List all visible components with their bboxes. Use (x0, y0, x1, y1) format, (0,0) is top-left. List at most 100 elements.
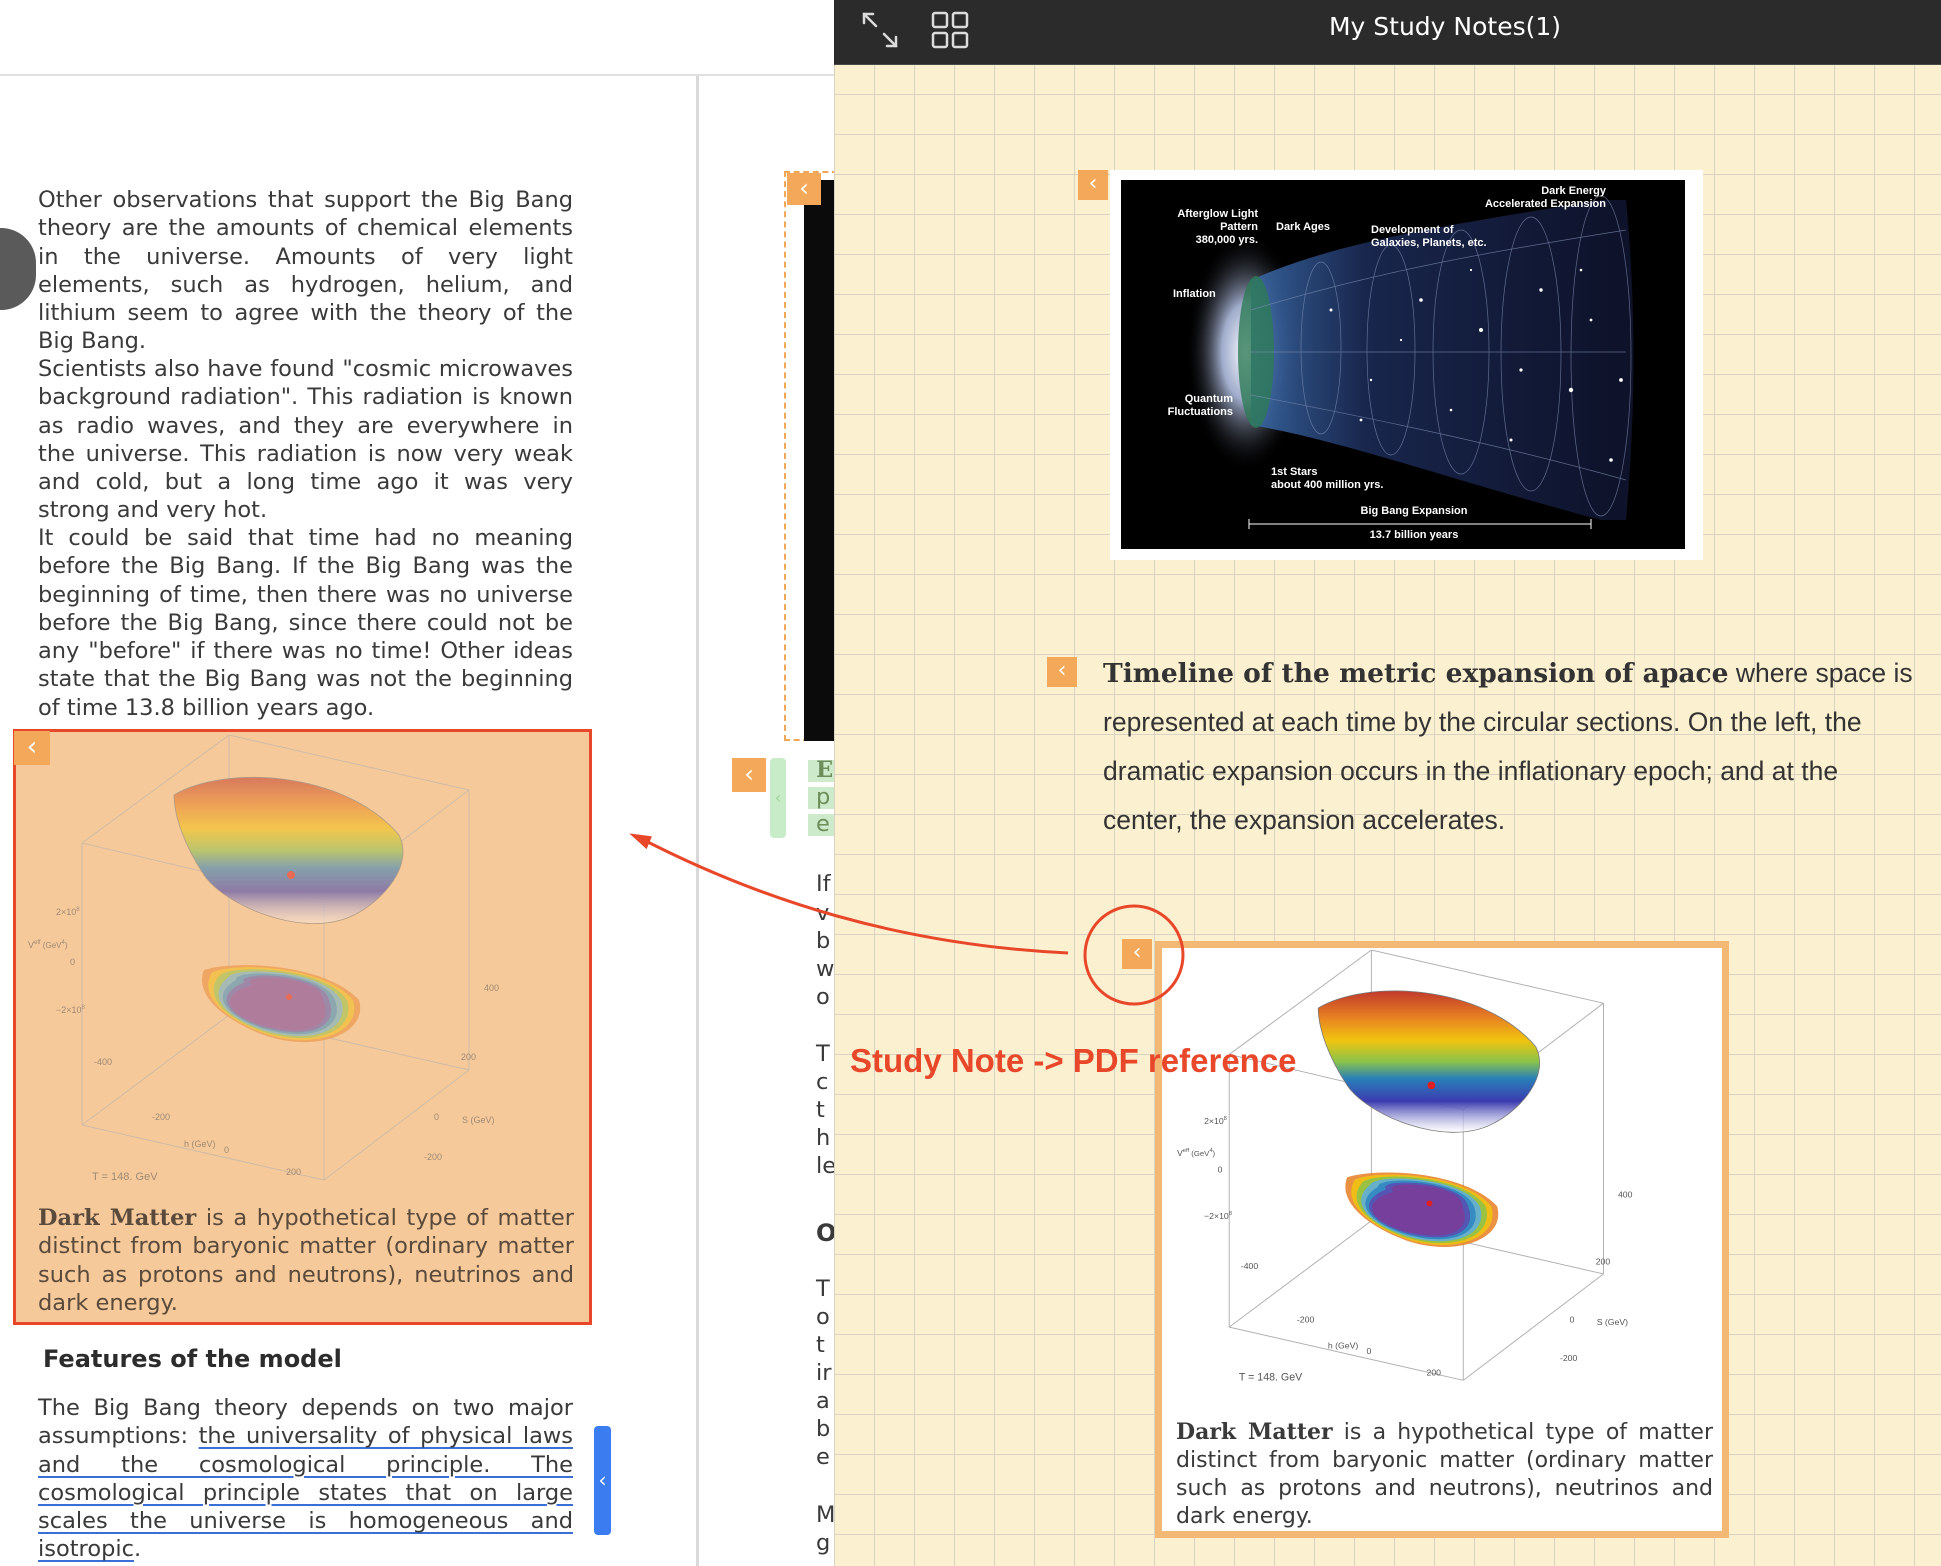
cut-off-text: a (816, 1388, 830, 1414)
figure-caption: Dark Matter is a hypothetical type of ma… (1176, 1418, 1713, 1531)
plot-label: 0 (70, 957, 75, 967)
cut-off-text: t (816, 1097, 825, 1123)
dark-matter-plot: 2×108−2×1080Veff (GeV4)-400-200020040040… (28, 735, 499, 1190)
image-label: Afterglow Light (1177, 208, 1258, 220)
plot-label: 0 (434, 1112, 439, 1122)
image-label: Dark Ages (1276, 221, 1330, 233)
cut-off-text: ir (816, 1360, 832, 1386)
cut-off-text: M (816, 1502, 836, 1528)
plot-label: T = 148. GeV (92, 1171, 158, 1183)
potential-surface (1317, 990, 1541, 1133)
image-label: Galaxies, Planets, etc. (1371, 237, 1487, 249)
cut-off-text: t (816, 1332, 825, 1358)
notes-title: My Study Notes(1) (1328, 12, 1562, 41)
image-label: 1st Stars (1271, 466, 1317, 478)
image-label: Pattern (1220, 221, 1258, 233)
tick-exponent: 8 (1229, 1211, 1232, 1217)
image-label: Fluctuations (1168, 406, 1233, 418)
plot-box-edge (323, 1069, 470, 1181)
note-text-block[interactable]: Timeline of the metric expansion of apac… (1103, 649, 1913, 845)
plot-label: 200 (1596, 1256, 1611, 1266)
axis-label-part: (GeV (1189, 1149, 1210, 1158)
plot-label: 200 (286, 1167, 301, 1177)
plot-label: -200 (1297, 1314, 1315, 1324)
pdf-figure-image (804, 180, 838, 741)
plot-box-edge (1228, 1220, 1372, 1328)
collapse-icon[interactable]: ‹ (787, 173, 821, 205)
cut-off-text: v (816, 900, 830, 926)
cut-off-text: e (816, 1444, 830, 1470)
tick-exponent: 8 (82, 1005, 86, 1011)
plot-label: 400 (1618, 1190, 1633, 1200)
minimum-marker (287, 871, 295, 879)
plot-label: -400 (397, 1189, 415, 1190)
cut-off-text: h (816, 1125, 831, 1151)
image-label: Development of (1371, 224, 1454, 236)
cut-off-text: o (816, 1304, 830, 1330)
cut-off-text: If (816, 871, 831, 897)
image-label: about 400 million yrs. (1271, 479, 1383, 491)
expand-icon[interactable] (858, 8, 902, 52)
plot-label: 0 (1570, 1314, 1575, 1324)
highlight-note-handle[interactable]: ‹ (770, 758, 786, 838)
caption-term: Dark Matter (1176, 1419, 1333, 1445)
pdf-paragraph: The Big Bang theory depends on two major… (38, 1394, 573, 1564)
plot-label: -200 (152, 1112, 170, 1122)
collapse-icon[interactable]: ‹ (14, 731, 50, 765)
collapse-icon[interactable]: ‹ (732, 758, 766, 792)
plot-label: S (GeV) (462, 1115, 495, 1125)
potential-surface (173, 777, 404, 924)
collapse-icon[interactable]: ‹ (1122, 939, 1152, 969)
image-label: Accelerated Expansion (1485, 198, 1606, 210)
highlight-note-handle[interactable]: ‹ (594, 1426, 611, 1535)
cut-off-text: T (816, 1276, 830, 1302)
axis-label-v: Veff (GeV4) (1177, 1148, 1216, 1158)
cut-off-text: o (816, 984, 830, 1010)
plot-label: h (GeV) (184, 1139, 216, 1149)
plot-label: -200 (1560, 1353, 1578, 1363)
plot-tick-label: 2×108 (1204, 1116, 1227, 1126)
cut-off-text: E (816, 757, 834, 783)
tick-base: −2×10 (1204, 1211, 1229, 1221)
cut-off-text: b (816, 928, 831, 954)
figure-caption: Dark Matter is a hypothetical type of ma… (38, 1204, 574, 1317)
image-label: Quantum (1185, 393, 1233, 405)
minimum-marker (1427, 1081, 1436, 1090)
tick-base: 2×10 (1204, 1116, 1224, 1126)
cut-off-text: g (816, 1530, 831, 1556)
plot-label: 200 (1427, 1367, 1442, 1377)
plot-label: 0 (1367, 1346, 1372, 1356)
cut-off-text: T (816, 1041, 830, 1067)
paragraph-tail: . (134, 1536, 142, 1563)
axis-label-part: ) (65, 941, 68, 950)
image-label: Big Bang Expansion (1361, 505, 1468, 517)
axis-label-v: Veff (GeV4) (28, 940, 68, 950)
dark-matter-plot: 2×108−2×1080Veff (GeV4)-400-200020040040… (1177, 950, 1633, 1390)
collapse-icon[interactable]: ‹ (1047, 657, 1077, 687)
pdf-paragraph: Scientists also have found "cosmic micro… (38, 356, 573, 524)
image-label: Inflation (1173, 288, 1216, 300)
plot-label: 200 (461, 1052, 476, 1062)
tick-exponent: 8 (1224, 1116, 1227, 1122)
tick-exponent: 8 (76, 907, 80, 913)
axis-label-part: ) (1213, 1149, 1216, 1158)
axis-label-part: (GeV (41, 941, 63, 950)
pdf-paragraph: It could be said that time had no meanin… (38, 525, 573, 721)
note-text-bold: Timeline of the metric expansion of apac… (1103, 658, 1729, 689)
image-label: Dark Energy (1541, 185, 1607, 197)
collapse-icon[interactable]: ‹ (1078, 170, 1108, 200)
plot-label: T = 148. GeV (1239, 1371, 1303, 1383)
plot-tick-label: 2×108 (56, 907, 80, 917)
annotation-label: Study Note -> PDF reference (850, 1042, 1297, 1079)
plot-label: 400 (484, 983, 499, 993)
cut-off-text: b (816, 1416, 831, 1442)
section-heading: Features of the model (43, 1345, 342, 1373)
plot-label: 0 (224, 1145, 229, 1155)
caption-term: Dark Matter (38, 1205, 197, 1231)
cut-off-text: w (816, 956, 835, 982)
plot-label: -200 (424, 1152, 442, 1162)
contour-minimum-marker (286, 994, 292, 1000)
big-bang-timeline-image: Afterglow Light Pattern 380,000 yrs. Dar… (1121, 180, 1685, 549)
grid-icon[interactable] (930, 10, 970, 50)
tick-base: 2×10 (56, 907, 76, 917)
